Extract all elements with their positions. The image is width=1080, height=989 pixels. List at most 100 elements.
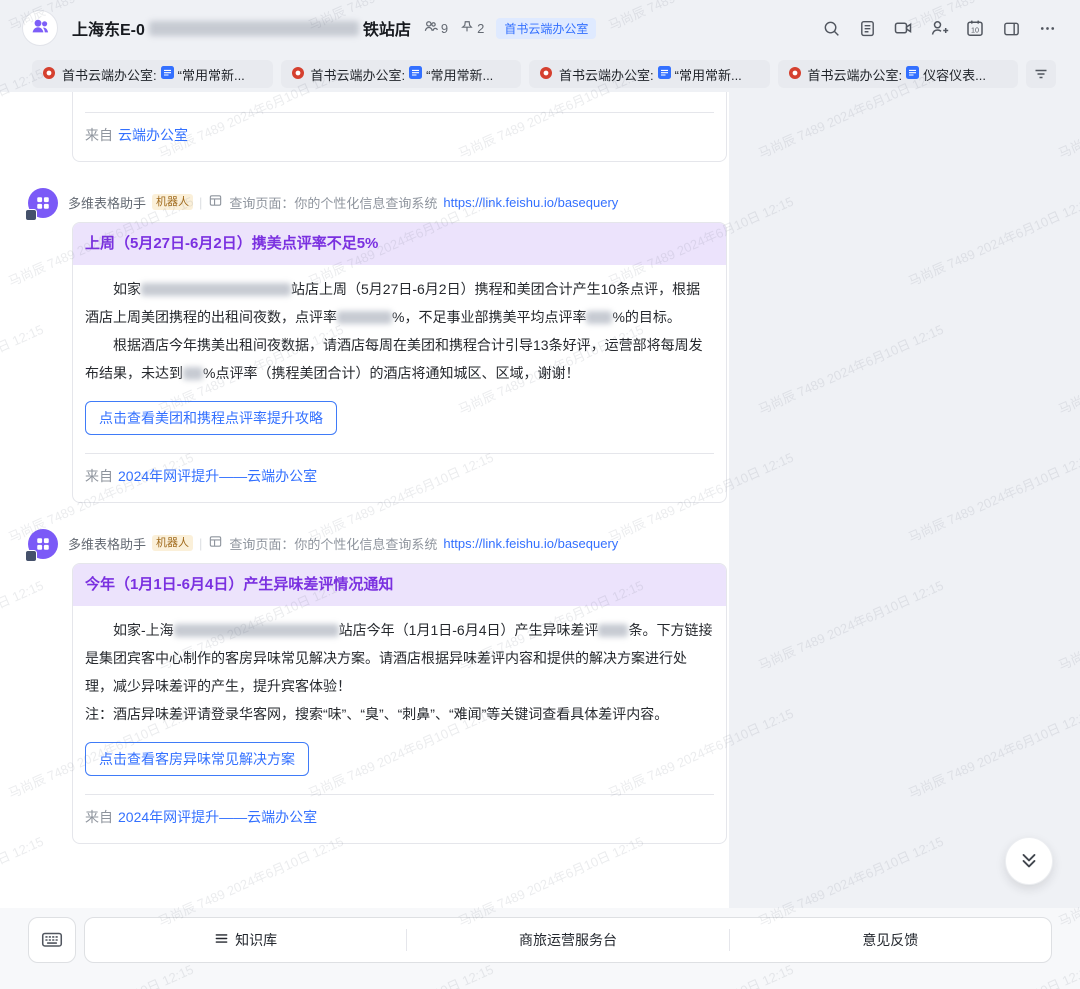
- watermark-text: 马尚辰 7489 2024年6月10日 12:15: [755, 319, 946, 418]
- chat-title-suffix: 铁站店: [363, 16, 411, 40]
- watermark-text: 马尚辰 7489 2024年6月10日 12:15: [905, 447, 1080, 546]
- group-people-icon: [30, 16, 50, 41]
- source-link[interactable]: 云端办公室: [118, 127, 188, 143]
- redacted-text: [174, 624, 339, 637]
- bot-name: 多维表格助手: [68, 534, 146, 553]
- scroll-to-bottom-button[interactable]: [1005, 837, 1053, 885]
- docs-icon[interactable]: [852, 13, 882, 43]
- calendar-icon[interactable]: 10: [960, 13, 990, 43]
- search-icon[interactable]: [816, 13, 846, 43]
- card-paragraph: 注：酒店异味差评请登录华客网，搜索“味”、“臭”、“刺鼻”、“难闻”等关键词查看…: [85, 700, 714, 728]
- query-page-label: 查询页面：你的个性化信息查询系统: [229, 534, 437, 553]
- card-body: 如家站店上周（5月27日-6月2日）携程和美团合计产生10条点评，根据酒店上周美…: [73, 265, 726, 387]
- watermark-text: 马尚辰 7489 2024年6月10日 12:15: [905, 191, 1080, 290]
- from-label: 来自: [85, 809, 113, 825]
- separator: |: [199, 536, 202, 551]
- message-card: 上周（5月27日-6月2日）携美点评率不足5% 如家站店上周（5月27日-6月2…: [72, 222, 727, 503]
- query-page-link[interactable]: https://link.feishu.io/basequery: [443, 536, 618, 551]
- card-button-row: 点击查看美团和携程点评率提升攻略: [73, 387, 726, 453]
- record-icon: [291, 66, 305, 83]
- card-body: 如家-上海站店今年（1月1日-6月4日）产生异味差评条。下方链接是集团宾客中心制…: [73, 606, 726, 728]
- pin-count-value: 2: [477, 21, 484, 36]
- keyboard-toggle-button[interactable]: [28, 917, 76, 963]
- bot-message: 多维表格助手 机器人 | 查询页面：你的个性化信息查询系统 https://li…: [0, 533, 729, 844]
- card-title: 上周（5月27日-6月2日）携美点评率不足5%: [73, 223, 726, 265]
- source-link[interactable]: 2024年网评提升——云端办公室: [118, 468, 317, 484]
- header-actions: 10: [816, 13, 1062, 43]
- record-icon: [539, 66, 553, 83]
- submenu-icon: [214, 931, 229, 949]
- pinned-tab-2[interactable]: 首书云端办公室: “常用常新...: [281, 60, 522, 88]
- bot-avatar[interactable]: [28, 529, 58, 559]
- watermark-text: 马尚辰 7489 2024年6月10日 12:15: [1055, 319, 1080, 418]
- pinned-tab-3[interactable]: 首书云端办公室: “常用常新...: [529, 60, 770, 88]
- watermark-text: 马尚辰 7489 2024年6月10日 12:15: [755, 575, 946, 674]
- redacted-text: [586, 311, 612, 324]
- pinned-tab-1[interactable]: 首书云端办公室: “常用常新...: [32, 60, 273, 88]
- bot-app-badge-icon: [25, 550, 37, 562]
- org-badge: 首书云端办公室: [496, 18, 596, 39]
- from-label: 来自: [85, 468, 113, 484]
- card-footer: 来自云端办公室: [73, 113, 726, 161]
- sheet-icon: [409, 66, 422, 82]
- pinned-tab-label: 首书云端办公室: 仪容仪表...: [808, 65, 986, 84]
- chat-title: 上海东E-0 铁站店: [72, 16, 411, 40]
- record-icon: [42, 66, 56, 83]
- chat-title-prefix: 上海东E-0: [72, 16, 145, 40]
- from-label: 来自: [85, 127, 113, 143]
- pinned-tab-label: 首书云端办公室: “常用常新...: [311, 65, 494, 84]
- members-icon: [423, 19, 438, 37]
- redacted-text: [337, 311, 392, 324]
- bot-app-badge-icon: [25, 209, 37, 221]
- view-odor-solution-button[interactable]: 点击查看客房异味常见解决方案: [85, 742, 309, 776]
- menu-item-knowledge-base[interactable]: 知识库: [85, 918, 406, 962]
- card-paragraph: 如家-上海站店今年（1月1日-6月4日）产生异味差评条。下方链接是集团宾客中心制…: [85, 616, 714, 700]
- sheet-icon: [906, 66, 919, 82]
- pinned-announcements-bar: 首书云端办公室: “常用常新... 首书云端办公室: “常用常新... 首书云端…: [0, 56, 1080, 92]
- redacted-text: [149, 21, 359, 36]
- member-count-value: 9: [441, 21, 448, 36]
- member-count[interactable]: 9: [423, 19, 448, 37]
- bottom-bar: 知识库 商旅运营服务台 意见反馈: [0, 908, 1080, 989]
- pin-icon: [460, 20, 474, 37]
- view-rating-guide-button[interactable]: 点击查看美团和携程点评率提升攻略: [85, 401, 337, 435]
- card-paragraph: 根据酒店今年携美出租间夜数据，请酒店每周在美团和携程合计引导13条好评，运营部将…: [85, 331, 714, 387]
- pinned-tab-label: 首书云端办公室: “常用常新...: [559, 65, 742, 84]
- card-title: 今年（1月1日-6月4日）产生异味差评情况通知: [73, 564, 726, 606]
- menu-item-travel-service-desk[interactable]: 商旅运营服务台: [407, 918, 728, 962]
- pinned-tab-4[interactable]: 首书云端办公室: 仪容仪表...: [778, 60, 1019, 88]
- open-in-window-icon[interactable]: [996, 13, 1026, 43]
- video-call-icon[interactable]: [888, 13, 918, 43]
- query-page-icon: [208, 534, 223, 552]
- partial-message-card: 来自云端办公室: [72, 92, 727, 162]
- redacted-text: [141, 283, 291, 296]
- add-member-icon[interactable]: [924, 13, 954, 43]
- pin-filter-icon[interactable]: [1026, 60, 1056, 88]
- menu-item-feedback[interactable]: 意见反馈: [730, 918, 1051, 962]
- group-avatar[interactable]: [22, 10, 58, 46]
- sheet-icon: [658, 66, 671, 82]
- watermark-text: 马尚辰 7489 2024年6月10日 12:15: [1055, 575, 1080, 674]
- chat-message-area[interactable]: 来自云端办公室 多维表格助手 机器人 | 查询页面：你的个性化信息查询系统 ht…: [0, 92, 729, 908]
- query-page-link[interactable]: https://link.feishu.io/basequery: [443, 195, 618, 210]
- pin-count[interactable]: 2: [460, 20, 484, 37]
- card-button-row: 点击查看客房异味常见解决方案: [73, 728, 726, 794]
- title-wrap: 上海东E-0 铁站店 9 2: [72, 16, 596, 40]
- svg-text:10: 10: [971, 26, 979, 35]
- card-footer: 来自 2024年网评提升——云端办公室: [73, 795, 726, 843]
- more-icon[interactable]: [1032, 13, 1062, 43]
- sheet-icon: [161, 66, 174, 82]
- chat-header: 上海东E-0 铁站店 9 2: [0, 0, 1080, 56]
- source-link[interactable]: 2024年网评提升——云端办公室: [118, 809, 317, 825]
- message-card: 今年（1月1日-6月4日）产生异味差评情况通知 如家-上海站店今年（1月1日-6…: [72, 563, 727, 844]
- message-header: 多维表格助手 机器人 | 查询页面：你的个性化信息查询系统 https://li…: [68, 533, 729, 553]
- separator: |: [199, 195, 202, 210]
- card-paragraph: 如家站店上周（5月27日-6月2日）携程和美团合计产生10条点评，根据酒店上周美…: [85, 275, 714, 331]
- message-header: 多维表格助手 机器人 | 查询页面：你的个性化信息查询系统 https://li…: [68, 192, 729, 212]
- bot-avatar[interactable]: [28, 188, 58, 218]
- card-footer: 来自 2024年网评提升——云端办公室: [73, 454, 726, 502]
- double-chevron-down-icon: [1018, 849, 1040, 874]
- query-page-label: 查询页面：你的个性化信息查询系统: [229, 193, 437, 212]
- watermark-text: 马尚辰 7489 2024年6月10日 12:15: [905, 703, 1080, 802]
- bot-name: 多维表格助手: [68, 193, 146, 212]
